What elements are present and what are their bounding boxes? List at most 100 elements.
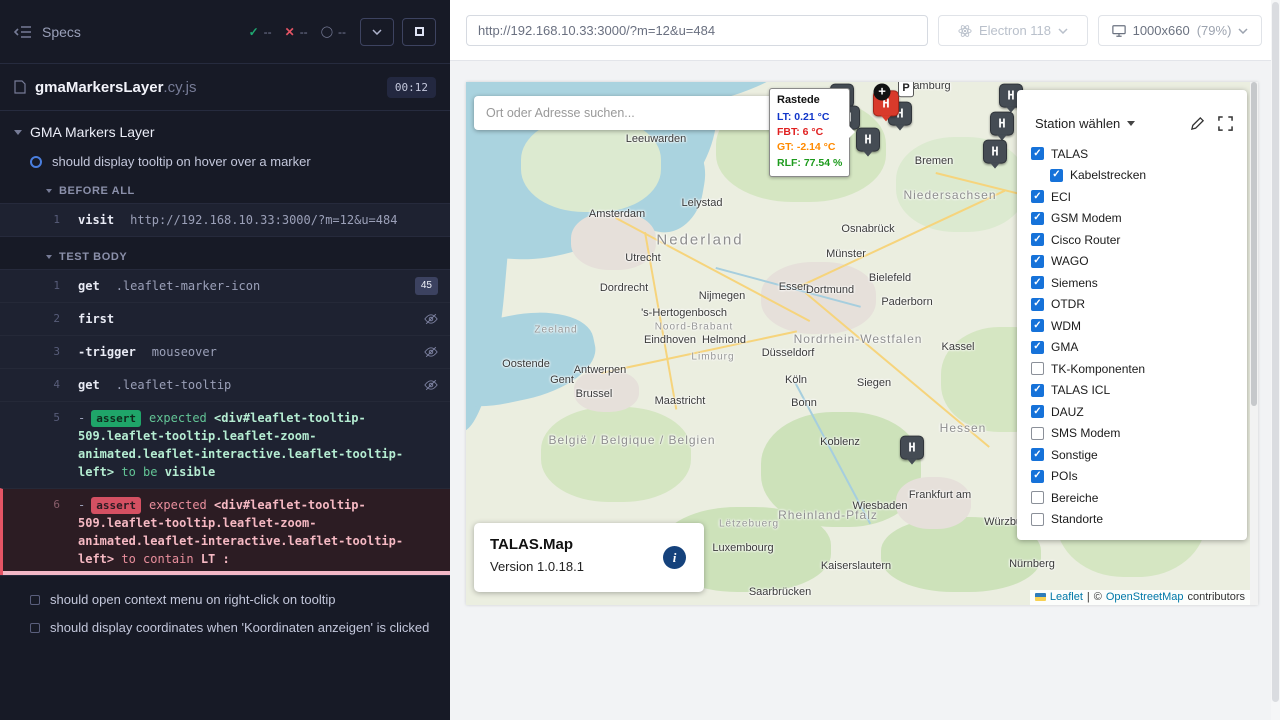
command-row[interactable]: 5-assertexpected <div#leaflet-tooltip-50… <box>0 401 450 488</box>
app-map[interactable]: HamburgBremenNiedersachsenGroningenLeeuw… <box>466 82 1258 605</box>
specs-label[interactable]: Specs <box>42 24 81 40</box>
test-item[interactable]: should open context menu on right-click … <box>0 586 450 614</box>
checkbox-checked-icon[interactable]: ✓ <box>1031 190 1044 203</box>
test-item[interactable]: should display coordinates when 'Koordin… <box>0 614 450 642</box>
checkbox-unchecked-icon[interactable] <box>1031 491 1044 504</box>
viewport-selector[interactable]: 1000x660 (79%) <box>1098 15 1262 46</box>
station-icon: H <box>998 117 1005 131</box>
layer-toggle-item[interactable]: ✓TALAS <box>1031 143 1247 165</box>
command-row[interactable]: 3-triggermouseover <box>0 335 450 368</box>
layer-toggle-item[interactable]: ✓ WAGO <box>1031 251 1247 273</box>
app-title: TALAS.Map <box>490 536 688 553</box>
command-row[interactable]: 6-assertexpected <div#leaflet-tooltip-50… <box>0 488 450 575</box>
checkbox-checked-icon[interactable]: ✓ <box>1031 298 1044 311</box>
iframe-scrollbar[interactable] <box>1250 82 1258 605</box>
layer-toggle-item[interactable]: ✓ TALAS ICL <box>1031 380 1247 402</box>
suite-header[interactable]: GMA Markers Layer <box>0 111 450 148</box>
layer-toggle-item[interactable]: ✓ OTDR <box>1031 294 1247 316</box>
browser-selector[interactable]: Electron 118 <box>938 15 1088 46</box>
info-icon[interactable]: i <box>663 546 686 569</box>
checkbox-checked-icon[interactable]: ✓ <box>1031 470 1044 483</box>
checkbox-checked-icon[interactable]: ✓ <box>1031 384 1044 397</box>
checkbox-checked-icon[interactable]: ✓ <box>1031 341 1044 354</box>
osm-link[interactable]: OpenStreetMap <box>1106 591 1184 603</box>
layer-toggle-item[interactable]: ✓WDM <box>1031 315 1247 337</box>
chevron-down-icon <box>1238 28 1248 34</box>
stat-failed: ✕-- <box>285 25 308 39</box>
map-marker-station[interactable]: H <box>983 140 1007 164</box>
url-bar[interactable] <box>466 15 928 46</box>
layer-toggle-item[interactable]: ✓GSM Modem <box>1031 208 1247 230</box>
checkbox-checked-icon[interactable]: ✓ <box>1031 212 1044 225</box>
station-select-dropdown[interactable]: Station wählen <box>1035 116 1135 131</box>
command-row[interactable]: 1visithttp://192.168.10.33:3000/?m=12&u=… <box>0 204 450 236</box>
checkbox-checked-icon[interactable]: ✓ <box>1031 147 1044 160</box>
test-title: should display tooltip on hover over a m… <box>52 154 311 169</box>
layer-label: Standorte <box>1051 512 1103 526</box>
marker-plus-icon[interactable]: + <box>874 84 891 101</box>
checkbox-checked-icon[interactable]: ✓ <box>1031 319 1044 332</box>
layer-label: TALAS ICL <box>1051 383 1110 397</box>
assert-badge: assert <box>91 410 141 427</box>
command-method: get <box>78 279 100 293</box>
marker-p-icon[interactable]: P <box>898 82 914 97</box>
checkbox-unchecked-icon[interactable] <box>1031 427 1044 440</box>
spec-name: gmaMarkersLayer.cy.js <box>35 79 196 96</box>
test-running-icon <box>30 156 42 168</box>
specs-menu-icon[interactable] <box>14 25 32 39</box>
layer-toggle-item[interactable]: ✓ Kabelstrecken <box>1050 165 1247 187</box>
layer-toggle-item[interactable]: ✓Siemens <box>1031 272 1247 294</box>
layer-toggle-item[interactable]: ✓POIs <box>1031 466 1247 488</box>
fullscreen-icon[interactable] <box>1218 116 1233 131</box>
test-title: should open context menu on right-click … <box>50 592 335 607</box>
layer-toggle-item[interactable]: TK-Komponenten <box>1031 358 1247 380</box>
before-all-section[interactable]: BEFORE ALL <box>0 176 450 203</box>
before-all-commands: 1visithttp://192.168.10.33:3000/?m=12&u=… <box>0 203 450 237</box>
checkbox-unchecked-icon[interactable] <box>1031 513 1044 526</box>
checkbox-checked-icon[interactable]: ✓ <box>1050 169 1063 182</box>
collapse-all-button[interactable] <box>360 18 394 46</box>
test-body-label: TEST BODY <box>59 251 127 263</box>
assert-message-part: expected <box>149 498 214 512</box>
layer-label: SMS Modem <box>1051 426 1120 440</box>
checkbox-checked-icon[interactable]: ✓ <box>1031 448 1044 461</box>
spec-header[interactable]: gmaMarkersLayer.cy.js 00:12 <box>0 64 450 111</box>
command-row[interactable]: 1get.leaflet-marker-icon45 <box>0 270 450 302</box>
page-scrollbar[interactable] <box>1271 0 1280 720</box>
checkbox-checked-icon[interactable]: ✓ <box>1031 405 1044 418</box>
edit-pencil-icon[interactable] <box>1190 116 1205 131</box>
stop-run-button[interactable] <box>402 18 436 46</box>
version-card: TALAS.Map Version 1.0.18.1 i <box>474 523 704 592</box>
layer-toggle-item[interactable]: ✓ECI <box>1031 186 1247 208</box>
command-row[interactable]: 4get.leaflet-tooltip <box>0 368 450 401</box>
layer-toggle-item[interactable]: Bereiche <box>1031 487 1247 509</box>
chevron-down-icon <box>46 255 52 259</box>
layer-label: Kabelstrecken <box>1070 168 1146 182</box>
chevron-down-icon <box>1127 121 1135 126</box>
checkbox-checked-icon[interactable]: ✓ <box>1031 233 1044 246</box>
map-marker-station[interactable]: H <box>856 128 880 152</box>
layer-toggle-item[interactable]: ✓DAUZ <box>1031 401 1247 423</box>
layer-label: OTDR <box>1051 297 1085 311</box>
layer-toggle-item[interactable]: ✓Cisco Router <box>1031 229 1247 251</box>
iframe-scrollbar-thumb[interactable] <box>1251 82 1257 406</box>
spec-timer: 00:12 <box>387 77 436 98</box>
command-message: .leaflet-tooltip <box>116 378 232 392</box>
checkbox-checked-icon[interactable]: ✓ <box>1031 255 1044 268</box>
checkbox-checked-icon[interactable]: ✓ <box>1031 276 1044 289</box>
layer-toggle-item[interactable]: ✓GMA <box>1031 337 1247 359</box>
layer-toggle-item[interactable]: ✓Sonstige <box>1031 444 1247 466</box>
leaflet-link[interactable]: Leaflet <box>1050 591 1083 603</box>
checkbox-unchecked-icon[interactable] <box>1031 362 1044 375</box>
test-body-section[interactable]: TEST BODY <box>0 242 450 269</box>
layer-toggle-item[interactable]: Standorte <box>1031 509 1247 531</box>
command-row[interactable]: 2first <box>0 302 450 335</box>
test-item-active[interactable]: should display tooltip on hover over a m… <box>0 148 450 176</box>
attribution-separator: | <box>1087 591 1090 603</box>
map-marker-station[interactable]: H <box>900 436 924 460</box>
layer-label: WAGO <box>1051 254 1089 268</box>
other-tests-list: should open context menu on right-click … <box>0 586 450 642</box>
page-scrollbar-thumb[interactable] <box>1272 2 1279 702</box>
layer-toggle-item[interactable]: SMS Modem <box>1031 423 1247 445</box>
map-marker-station[interactable]: H <box>990 112 1014 136</box>
